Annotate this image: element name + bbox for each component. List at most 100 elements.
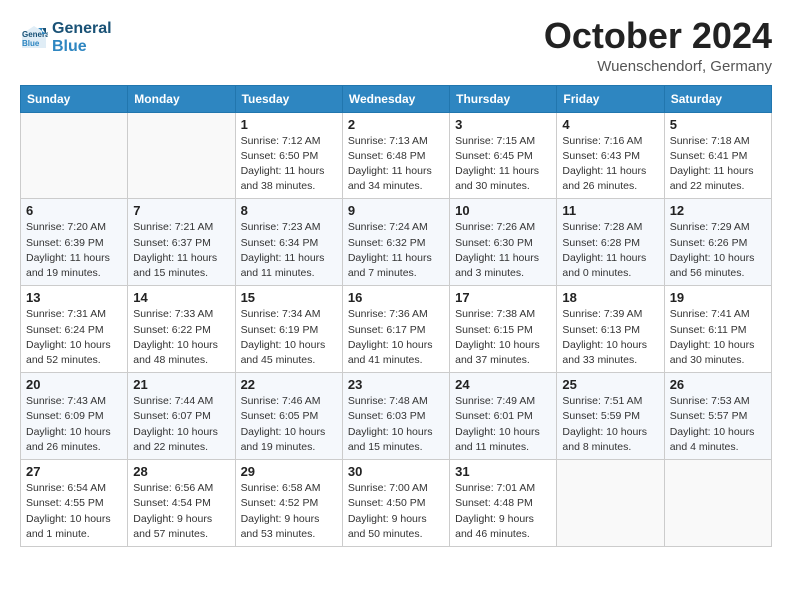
calendar-cell: 30 Sunrise: 7:00 AM Sunset: 4:50 PM Dayli… (342, 460, 449, 547)
day-info: Sunrise: 7:23 AM Sunset: 6:34 PM Dayligh… (241, 220, 337, 281)
calendar-cell: 5Sunrise: 7:18 AM Sunset: 6:41 PM Daylig… (664, 112, 771, 199)
logo-blue: Blue (52, 38, 87, 55)
day-number: 9 (348, 203, 444, 218)
day-info: Sunrise: 7:21 AM Sunset: 6:37 PM Dayligh… (133, 220, 229, 281)
day-info: Sunrise: 7:29 AM Sunset: 6:26 PM Dayligh… (670, 220, 766, 281)
calendar-cell (557, 460, 664, 547)
day-number: 30 (348, 464, 444, 479)
weekday-header-friday: Friday (557, 85, 664, 112)
calendar-cell: 27 Sunrise: 6:54 AM Sunset: 4:55 PM Dayli… (21, 460, 128, 547)
day-info: Sunrise: 7:51 AM Sunset: 5:59 PM Dayligh… (562, 394, 658, 455)
calendar-cell: 22 Sunrise: 7:46 AM Sunset: 6:05 PM Dayli… (235, 373, 342, 460)
calendar-cell: 18 Sunrise: 7:39 AM Sunset: 6:13 PM Dayli… (557, 286, 664, 373)
weekday-header-wednesday: Wednesday (342, 85, 449, 112)
calendar-cell: 23Sunrise: 7:48 AM Sunset: 6:03 PM Dayli… (342, 373, 449, 460)
month-title: October 2024 (544, 16, 772, 56)
day-info: Sunrise: 7:43 AM Sunset: 6:09 PM Dayligh… (26, 394, 122, 455)
calendar-cell (128, 112, 235, 199)
calendar-cell: 11 Sunrise: 7:28 AM Sunset: 6:28 PM Dayli… (557, 199, 664, 286)
day-info: Sunrise: 6:54 AM Sunset: 4:55 PM Dayligh… (26, 481, 122, 542)
weekday-header-sunday: Sunday (21, 85, 128, 112)
day-number: 29 (241, 464, 337, 479)
day-number: 26 (670, 377, 766, 392)
calendar-cell: 6 Sunrise: 7:20 AM Sunset: 6:39 PM Daylig… (21, 199, 128, 286)
day-number: 17 (455, 290, 551, 305)
calendar-cell: 8 Sunrise: 7:23 AM Sunset: 6:34 PM Daylig… (235, 199, 342, 286)
calendar-cell: 9 Sunrise: 7:24 AM Sunset: 6:32 PM Daylig… (342, 199, 449, 286)
calendar-cell: 21Sunrise: 7:44 AM Sunset: 6:07 PM Dayli… (128, 373, 235, 460)
calendar-table: SundayMondayTuesdayWednesdayThursdayFrid… (20, 85, 772, 547)
day-number: 13 (26, 290, 122, 305)
day-number: 21 (133, 377, 229, 392)
day-info: Sunrise: 7:53 AM Sunset: 5:57 PM Dayligh… (670, 394, 766, 455)
calendar-header-row: SundayMondayTuesdayWednesdayThursdayFrid… (21, 85, 772, 112)
day-number: 11 (562, 203, 658, 218)
page: General Blue General Blue October 2024 W… (0, 0, 792, 567)
logo-general: General (52, 20, 112, 37)
calendar-week-row: 20 Sunrise: 7:43 AM Sunset: 6:09 PM Dayli… (21, 373, 772, 460)
day-info: Sunrise: 6:58 AM Sunset: 4:52 PM Dayligh… (241, 481, 337, 542)
header: General Blue General Blue October 2024 W… (20, 16, 772, 75)
calendar-cell: 15Sunrise: 7:34 AM Sunset: 6:19 PM Dayli… (235, 286, 342, 373)
day-number: 28 (133, 464, 229, 479)
day-info: Sunrise: 7:33 AM Sunset: 6:22 PM Dayligh… (133, 307, 229, 368)
day-info: Sunrise: 7:01 AM Sunset: 4:48 PM Dayligh… (455, 481, 551, 542)
calendar-cell: 25 Sunrise: 7:51 AM Sunset: 5:59 PM Dayli… (557, 373, 664, 460)
location: Wuenschendorf, Germany (544, 58, 772, 75)
day-info: Sunrise: 7:20 AM Sunset: 6:39 PM Dayligh… (26, 220, 122, 281)
day-info: Sunrise: 6:56 AM Sunset: 4:54 PM Dayligh… (133, 481, 229, 542)
calendar-cell: 20 Sunrise: 7:43 AM Sunset: 6:09 PM Dayli… (21, 373, 128, 460)
calendar-week-row: 27 Sunrise: 6:54 AM Sunset: 4:55 PM Dayli… (21, 460, 772, 547)
calendar-cell: 2Sunrise: 7:13 AM Sunset: 6:48 PM Daylig… (342, 112, 449, 199)
day-info: Sunrise: 7:41 AM Sunset: 6:11 PM Dayligh… (670, 307, 766, 368)
day-info: Sunrise: 7:34 AM Sunset: 6:19 PM Dayligh… (241, 307, 337, 368)
day-info: Sunrise: 7:36 AM Sunset: 6:17 PM Dayligh… (348, 307, 444, 368)
day-number: 20 (26, 377, 122, 392)
day-number: 8 (241, 203, 337, 218)
calendar-cell: 31Sunrise: 7:01 AM Sunset: 4:48 PM Dayli… (450, 460, 557, 547)
day-number: 18 (562, 290, 658, 305)
day-number: 16 (348, 290, 444, 305)
day-number: 22 (241, 377, 337, 392)
day-info: Sunrise: 7:49 AM Sunset: 6:01 PM Dayligh… (455, 394, 551, 455)
calendar-cell: 29 Sunrise: 6:58 AM Sunset: 4:52 PM Dayli… (235, 460, 342, 547)
calendar-cell: 28 Sunrise: 6:56 AM Sunset: 4:54 PM Dayli… (128, 460, 235, 547)
day-number: 25 (562, 377, 658, 392)
logo: General Blue General Blue (20, 20, 112, 57)
calendar-cell: 3Sunrise: 7:15 AM Sunset: 6:45 PM Daylig… (450, 112, 557, 199)
weekday-header-saturday: Saturday (664, 85, 771, 112)
calendar-week-row: 6 Sunrise: 7:20 AM Sunset: 6:39 PM Daylig… (21, 199, 772, 286)
calendar-cell: 4 Sunrise: 7:16 AM Sunset: 6:43 PM Daylig… (557, 112, 664, 199)
svg-text:Blue: Blue (22, 39, 40, 48)
day-number: 1 (241, 117, 337, 132)
calendar-cell: 12Sunrise: 7:29 AM Sunset: 6:26 PM Dayli… (664, 199, 771, 286)
day-number: 7 (133, 203, 229, 218)
title-block: October 2024 Wuenschendorf, Germany (544, 16, 772, 75)
day-info: Sunrise: 7:46 AM Sunset: 6:05 PM Dayligh… (241, 394, 337, 455)
calendar-cell: 13 Sunrise: 7:31 AM Sunset: 6:24 PM Dayli… (21, 286, 128, 373)
calendar-week-row: 1 Sunrise: 7:12 AM Sunset: 6:50 PM Daylig… (21, 112, 772, 199)
calendar-cell (664, 460, 771, 547)
day-info: Sunrise: 7:28 AM Sunset: 6:28 PM Dayligh… (562, 220, 658, 281)
day-number: 27 (26, 464, 122, 479)
calendar-cell: 24Sunrise: 7:49 AM Sunset: 6:01 PM Dayli… (450, 373, 557, 460)
logo-icon: General Blue (20, 24, 48, 52)
day-number: 3 (455, 117, 551, 132)
calendar-cell (21, 112, 128, 199)
day-info: Sunrise: 7:24 AM Sunset: 6:32 PM Dayligh… (348, 220, 444, 281)
logo-text: General Blue (52, 20, 112, 57)
day-info: Sunrise: 7:12 AM Sunset: 6:50 PM Dayligh… (241, 134, 337, 195)
day-number: 4 (562, 117, 658, 132)
day-number: 19 (670, 290, 766, 305)
calendar-cell: 1 Sunrise: 7:12 AM Sunset: 6:50 PM Daylig… (235, 112, 342, 199)
day-info: Sunrise: 7:39 AM Sunset: 6:13 PM Dayligh… (562, 307, 658, 368)
day-info: Sunrise: 7:31 AM Sunset: 6:24 PM Dayligh… (26, 307, 122, 368)
day-info: Sunrise: 7:16 AM Sunset: 6:43 PM Dayligh… (562, 134, 658, 195)
day-info: Sunrise: 7:00 AM Sunset: 4:50 PM Dayligh… (348, 481, 444, 542)
calendar-cell: 17Sunrise: 7:38 AM Sunset: 6:15 PM Dayli… (450, 286, 557, 373)
weekday-header-thursday: Thursday (450, 85, 557, 112)
day-number: 2 (348, 117, 444, 132)
calendar-cell: 26 Sunrise: 7:53 AM Sunset: 5:57 PM Dayli… (664, 373, 771, 460)
weekday-header-tuesday: Tuesday (235, 85, 342, 112)
day-number: 6 (26, 203, 122, 218)
